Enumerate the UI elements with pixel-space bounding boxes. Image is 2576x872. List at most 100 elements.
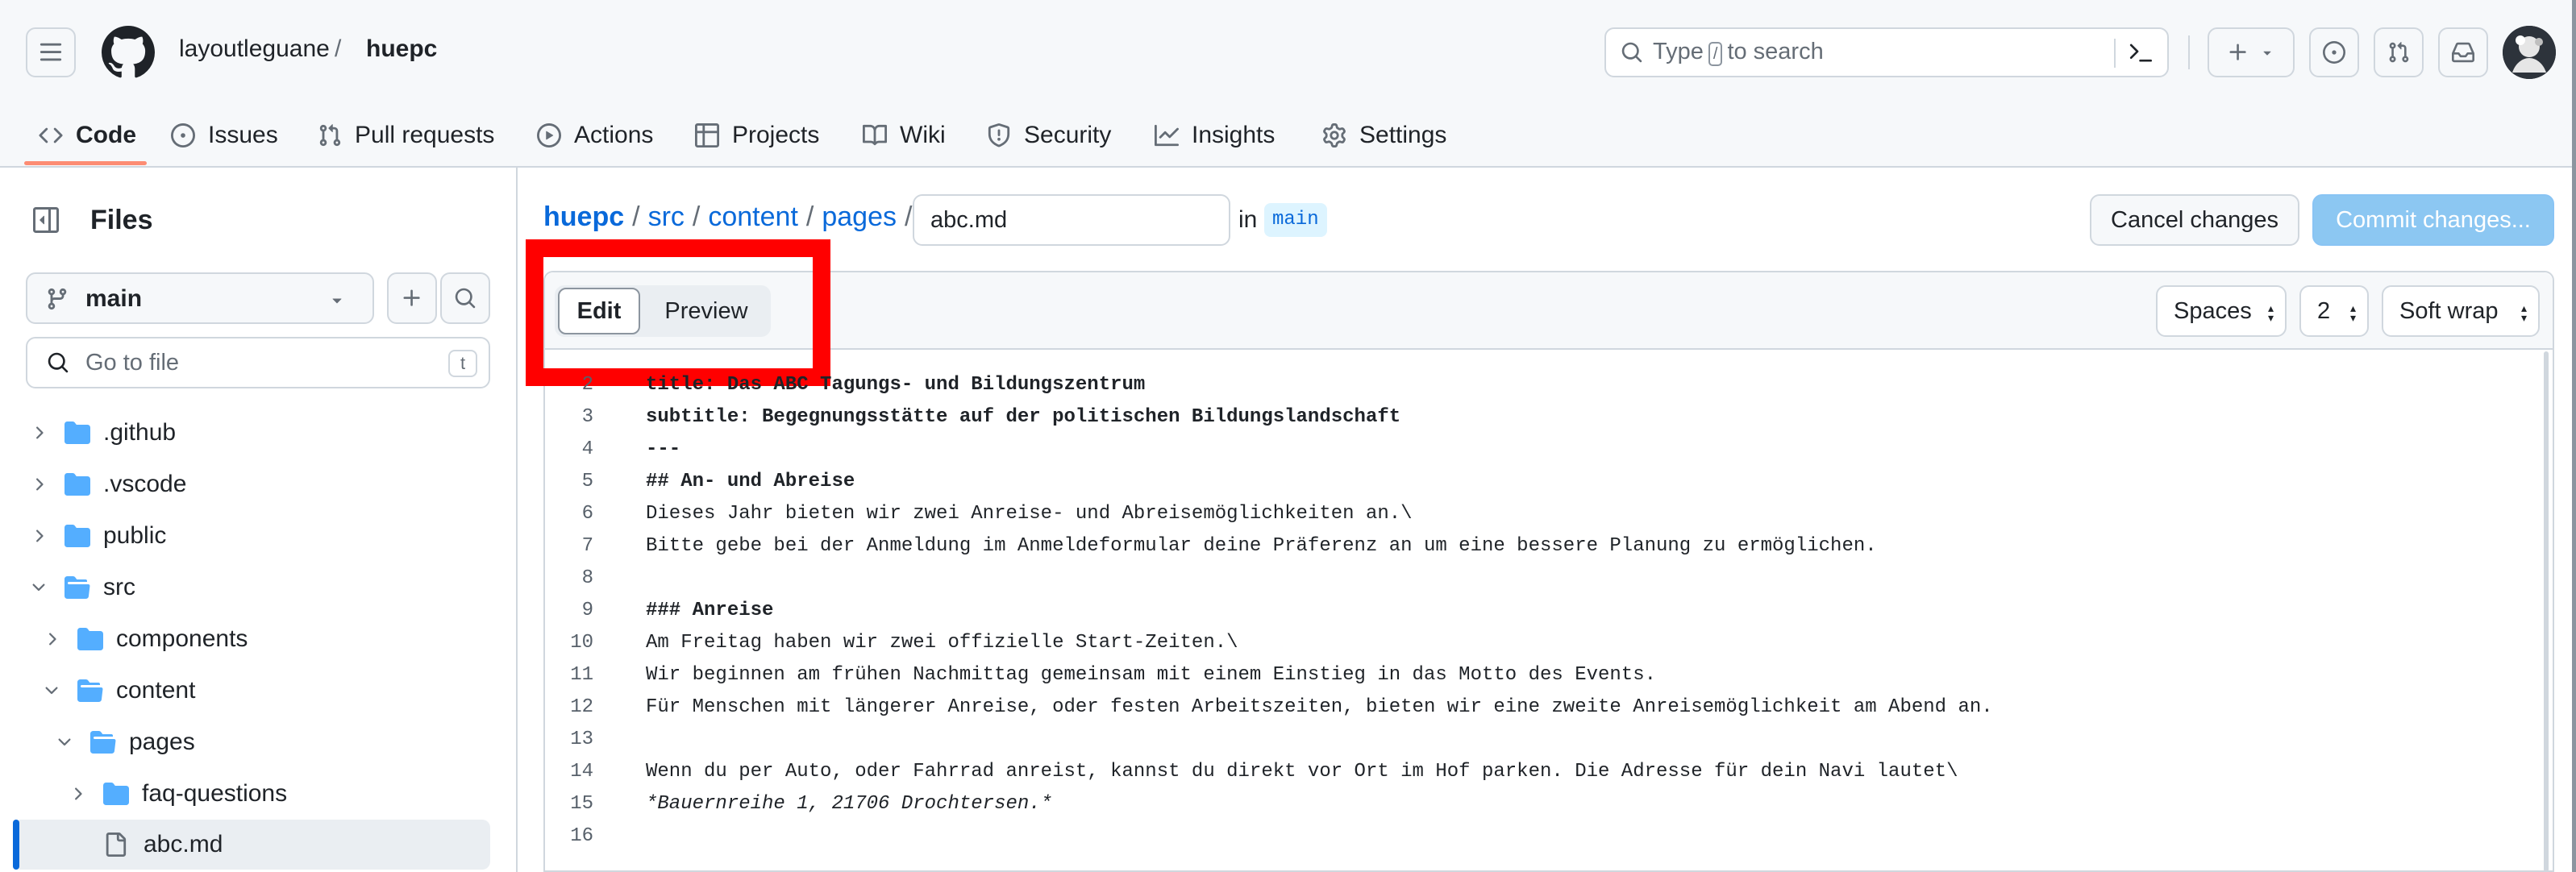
cancel-changes-button[interactable]: Cancel changes <box>2090 194 2299 246</box>
path-segment-pages[interactable]: pages <box>822 201 897 233</box>
menu-button[interactable] <box>26 27 76 77</box>
tab-projects[interactable]: Projects <box>695 103 819 168</box>
search-icon <box>48 352 69 373</box>
book-icon <box>863 124 887 146</box>
tree-item-faq-questions[interactable]: faq-questions <box>68 770 287 818</box>
pull-request-icon <box>2389 42 2409 63</box>
collapse-sidebar-button[interactable] <box>27 201 65 239</box>
tab-wiki[interactable]: Wiki <box>863 103 946 168</box>
line-number: 13 <box>570 729 593 750</box>
tree-item-label: public <box>103 522 167 549</box>
chevron-down-icon <box>45 687 58 695</box>
line-number: 4 <box>581 438 593 460</box>
tree-item-abc-md[interactable]: abc.md <box>103 820 223 869</box>
go-to-file-input[interactable]: Go to file t <box>26 337 490 388</box>
editor-scrollbar[interactable] <box>2544 351 2549 872</box>
search-kbd: / <box>1708 42 1723 66</box>
tab-code-label: Code <box>76 122 136 148</box>
code-line: Für Menschen mit längerer Anreise, oder … <box>646 696 1993 718</box>
tree-selected-background <box>13 820 490 870</box>
add-file-button[interactable] <box>387 272 437 324</box>
plus-icon <box>2229 44 2246 60</box>
command-palette-icon[interactable] <box>2129 42 2153 64</box>
wrap-mode-select[interactable]: Soft wrap ▴ ▾ <box>2382 285 2540 337</box>
path-separator: / <box>904 201 913 232</box>
tab-pull-requests[interactable]: Pull requests <box>318 103 494 168</box>
path-segment-src[interactable]: src <box>648 201 685 233</box>
tab-wiki-label: Wiki <box>900 122 946 148</box>
chevron-right-icon <box>36 529 44 542</box>
path-segment-content[interactable]: content <box>708 201 798 233</box>
indent-size-select[interactable]: 2 ▴ ▾ <box>2299 285 2369 337</box>
commit-changes-button[interactable]: Commit changes... <box>2312 194 2554 246</box>
folder-icon <box>65 421 90 444</box>
tab-settings[interactable]: Settings <box>1322 103 1446 168</box>
branch-badge: main <box>1264 203 1327 237</box>
files-title: Files <box>90 205 153 235</box>
search-input[interactable]: Type / to search <box>1604 27 2169 77</box>
pull-requests-button[interactable] <box>2374 27 2424 77</box>
triangle-down-icon <box>332 298 342 304</box>
code-line: --- <box>646 438 681 460</box>
table-icon <box>695 123 719 147</box>
issues-button[interactable] <box>2309 27 2359 77</box>
play-icon <box>537 123 561 147</box>
tree-item-src[interactable]: src <box>29 563 135 612</box>
git-branch-icon <box>48 288 67 310</box>
tree-item-label: .github <box>103 419 177 446</box>
tab-pull-requests-label: Pull requests <box>355 122 495 148</box>
tab-code[interactable]: Code <box>39 103 136 168</box>
folder-icon <box>103 783 129 805</box>
line-number: 9 <box>581 600 593 621</box>
line-number: 10 <box>570 632 593 654</box>
inbox-button[interactable] <box>2438 27 2488 77</box>
filename-input[interactable]: abc.md <box>913 194 1230 246</box>
header-divider <box>2188 35 2190 69</box>
chevron-right-icon <box>36 478 44 491</box>
tree-item-label: content <box>116 677 196 704</box>
path-segment-repo[interactable]: huepc <box>543 201 624 233</box>
code-line: Wir beginnen am frühen Nachmittag gemein… <box>646 664 1657 686</box>
code-line: Am Freitag haben wir zwei offizielle Sta… <box>646 632 1238 654</box>
window-scrollbar[interactable] <box>2572 0 2576 872</box>
tab-issues[interactable]: Issues <box>171 103 278 168</box>
tree-item-label: faq-questions <box>142 780 288 807</box>
code-line: ### Anreise <box>646 600 774 621</box>
branch-selector[interactable]: main <box>26 272 374 324</box>
line-number: 5 <box>581 471 593 492</box>
code-line: *Bauernreihe 1, 21706 Drochtersen.* <box>646 793 1053 815</box>
tab-actions[interactable]: Actions <box>537 103 653 168</box>
chevron-right-icon <box>49 633 56 646</box>
folder-icon <box>65 473 90 496</box>
breadcrumb-repo[interactable]: huepc <box>366 35 437 63</box>
folder-open-icon <box>65 576 90 599</box>
folder-icon <box>65 525 90 547</box>
tree-item-content[interactable]: content <box>42 666 195 715</box>
avatar[interactable] <box>2503 26 2556 79</box>
github-logo-icon[interactable] <box>102 26 155 79</box>
code-line: title: Das ABC Tagungs- und Bildungszent… <box>646 374 1146 396</box>
indent-mode-select[interactable]: Spaces ▴ ▾ <box>2156 285 2287 337</box>
tab-projects-label: Projects <box>732 122 820 148</box>
folder-open-icon <box>77 679 103 702</box>
tree-item-label: components <box>116 625 248 652</box>
create-new-button[interactable] <box>2208 27 2295 77</box>
breadcrumb-owner[interactable]: layoutleguane <box>179 35 330 63</box>
path-separator: / <box>692 201 701 232</box>
tree-item-pages[interactable]: pages <box>55 718 195 766</box>
tree-item-label: abc.md <box>144 831 223 857</box>
code-editor[interactable]: 2 title: Das ABC Tagungs- und Bildungszen… <box>545 351 2545 872</box>
tree-item-github[interactable]: .github <box>29 409 176 457</box>
file-path-breadcrumb: huepc / src / content / pages / <box>543 201 920 233</box>
line-number: 2 <box>581 374 593 396</box>
select-arrows-icon: ▴ ▾ <box>2267 301 2274 324</box>
tree-item-public[interactable]: public <box>29 512 166 560</box>
search-files-button[interactable] <box>440 272 490 324</box>
tree-item-components[interactable]: components <box>42 615 248 663</box>
path-separator: / <box>632 201 640 232</box>
tab-security[interactable]: Security <box>987 103 1111 168</box>
shield-icon <box>988 123 1010 147</box>
tree-item-vscode[interactable]: .vscode <box>29 460 186 509</box>
indent-mode-value: Spaces <box>2174 297 2252 324</box>
tab-insights[interactable]: Insights <box>1155 103 1275 168</box>
